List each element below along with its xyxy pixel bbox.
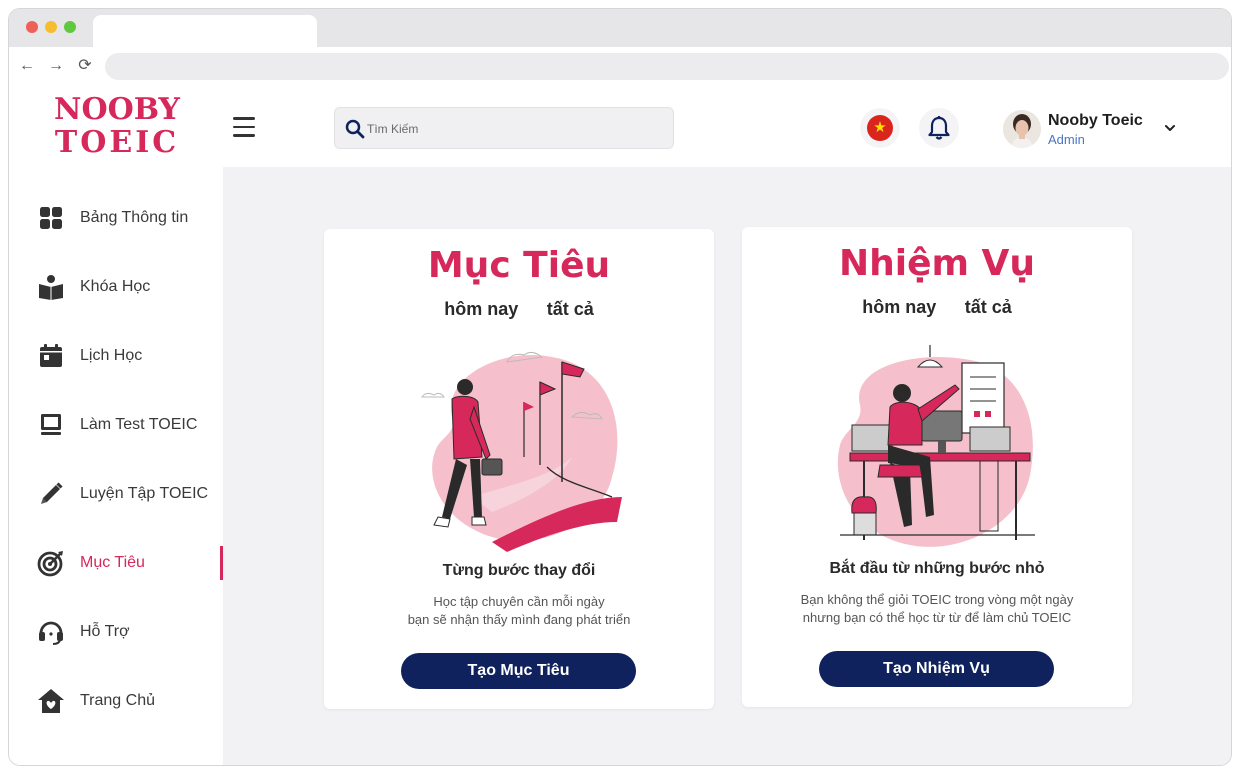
close-window-button[interactable] [26,21,38,33]
vietnam-flag-icon: ★ [867,115,893,141]
sidebar: NOOBY TOEIC Bảng Thông tin Khóa Học Lịch… [9,87,223,765]
header: ★ Nooby Toeic Admin [223,87,1231,167]
tasks-card: Nhiệm Vụ hôm nay tất cả Bắt đầu từ những… [742,227,1132,707]
sidebar-item-support[interactable]: Hỗ Trợ [9,610,223,654]
filter-all[interactable]: tất cả [547,299,594,320]
card-subtitle: Từng bước thay đổi [442,562,596,579]
back-arrow-icon[interactable]: ← [17,56,37,76]
search-box[interactable] [334,107,674,149]
dashboard-icon [37,204,65,232]
avatar[interactable] [1003,110,1041,148]
description-line-1: Bạn không thể giỏi TOEIC trong vòng một … [800,592,1074,607]
headset-icon [37,618,65,646]
filter-tabs: hôm nay tất cả [324,299,714,320]
notification-button[interactable] [919,108,959,148]
card-title: Mục Tiêu [427,245,611,286]
search-icon [345,119,365,139]
pencil-icon [37,480,65,508]
goals-card: Mục Tiêu hôm nay tất cả Từng bước thay đ… [324,229,714,709]
reload-icon[interactable]: ⟳ [75,56,95,76]
language-button[interactable]: ★ [860,108,900,148]
computer-icon [37,411,65,439]
sidebar-item-home[interactable]: Trang Chủ [9,679,223,723]
card-subtitle: Bắt đầu từ những bước nhỏ [829,560,1045,577]
create-task-button[interactable]: Tạo Nhiệm Vụ [819,651,1054,687]
logo[interactable]: NOOBY TOEIC [47,93,187,159]
filter-today[interactable]: hôm nay [862,297,936,318]
sidebar-item-label: Khóa Học [80,278,151,295]
sidebar-item-label: Lịch Học [80,347,143,364]
sidebar-item-label: Mục Tiêu [80,554,145,571]
filter-tabs: hôm nay tất cả [742,297,1132,318]
logo-line-2: TOEIC [54,125,180,160]
address-bar[interactable] [105,53,1229,80]
logo-line-1: NOOBY [54,92,180,127]
description-line-2: bạn sẽ nhận thấy mình đang phát triển [407,612,631,627]
search-input[interactable] [367,118,657,140]
sidebar-item-label: Luyện Tập TOEIC [80,485,209,502]
sidebar-item-dashboard[interactable]: Bảng Thông tin [9,196,223,240]
main-content: Mục Tiêu hôm nay tất cả Từng bước thay đ… [223,167,1231,765]
sidebar-item-label: Hỗ Trợ [80,623,130,640]
bell-icon [928,116,950,140]
browser-tab[interactable] [93,15,317,47]
sidebar-item-courses[interactable]: Khóa Học [9,265,223,309]
card-description: Bạn không thể giỏi TOEIC trong vòng một … [742,591,1132,627]
card-title: Nhiệm Vụ [838,243,1036,284]
goal-illustration [421,351,622,552]
hamburger-menu-icon[interactable] [233,117,257,137]
sidebar-item-goals[interactable]: Mục Tiêu [9,541,223,585]
sidebar-item-label: Trang Chủ [80,692,155,709]
sidebar-item-label: Bảng Thông tin [80,209,189,226]
target-icon [37,549,65,577]
home-icon [37,687,65,715]
description-line-2: nhưng bạn có thể học từ từ để làm chủ TO… [802,610,1072,625]
calendar-icon [37,342,65,370]
card-description: Học tập chuyên cần mỗi ngày bạn sẽ nhận … [324,593,714,629]
sidebar-item-label: Làm Test TOEIC [80,416,198,433]
course-icon [37,273,65,301]
filter-today[interactable]: hôm nay [444,299,518,320]
browser-window: ← → ⟳ NOOBY TOEIC Bảng Thông tin Khóa Họ… [8,8,1232,766]
sidebar-item-practice[interactable]: Luyện Tập TOEIC [9,472,223,516]
chevron-down-icon[interactable] [1163,121,1177,135]
maximize-window-button[interactable] [64,21,76,33]
user-name: Nooby Toeic [1048,112,1143,129]
user-role: Admin [1048,132,1085,147]
browser-toolbar: ← → ⟳ [9,47,1231,87]
task-illustration [837,345,1035,547]
sidebar-item-test[interactable]: Làm Test TOEIC [9,403,223,447]
browser-titlebar [9,9,1231,47]
create-goal-button[interactable]: Tạo Mục Tiêu [401,653,636,689]
minimize-window-button[interactable] [45,21,57,33]
filter-all[interactable]: tất cả [965,297,1012,318]
description-line-1: Học tập chuyên cần mỗi ngày [433,594,605,609]
sidebar-item-schedule[interactable]: Lịch Học [9,334,223,378]
forward-arrow-icon[interactable]: → [46,56,66,76]
